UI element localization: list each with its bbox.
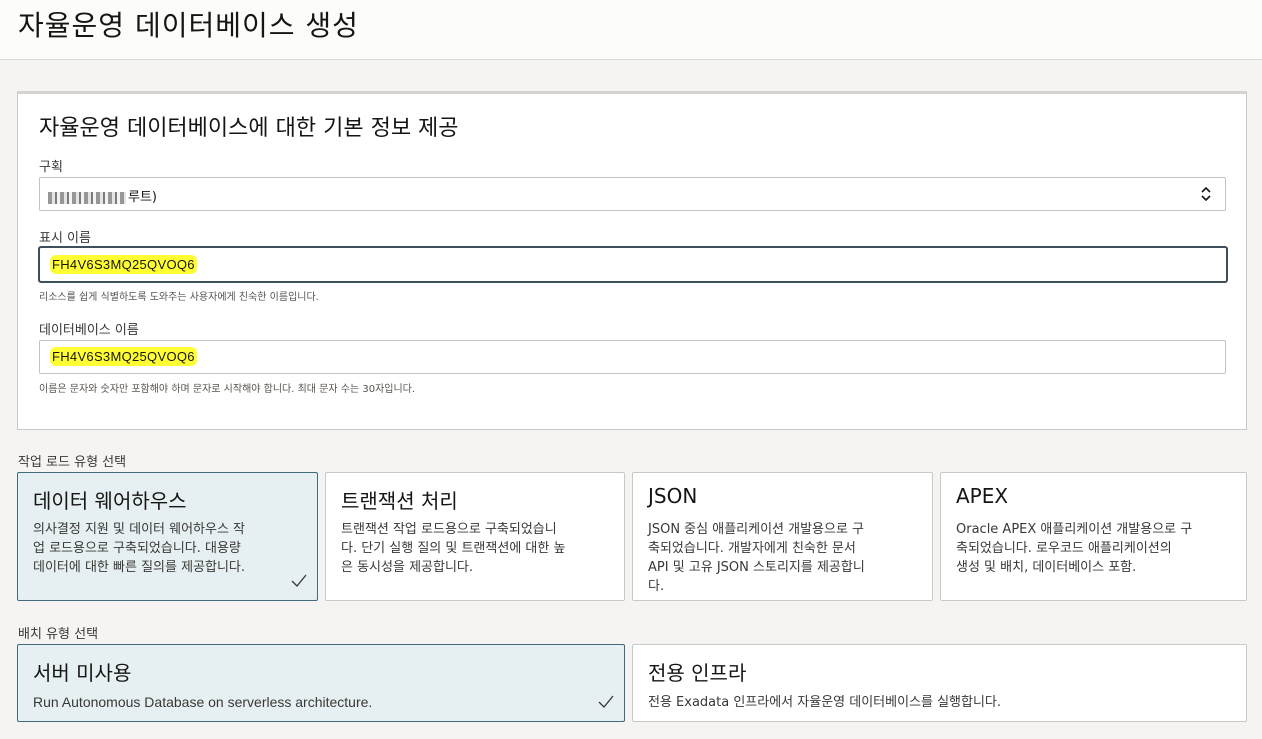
workload-card-transaction-processing[interactable]: 트랜잭션 처리 트랜잭션 작업 로드용으로 구축되었습니 다. 단기 실행 질의… xyxy=(325,472,625,601)
database-name-hint: 이름은 문자와 숫자만 포함해야 하며 문자로 시작해야 합니다. 최대 문자 … xyxy=(39,384,416,395)
compartment-label: 구획 xyxy=(39,160,63,175)
card-description: JSON 중심 애플리케이션 개발용으로 구 축되었습니다. 개발자에게 친숙한… xyxy=(648,522,865,594)
page-title: 자율운영 데이터베이스 생성 xyxy=(18,9,359,42)
compartment-select[interactable]: 루트) xyxy=(39,177,1226,211)
database-name-input[interactable]: FH4V6S3MQ25QVOQ6 xyxy=(39,340,1226,374)
chevron-updown-icon xyxy=(1201,186,1211,202)
card-description: Oracle APEX 애플리케이션 개발용으로 구 축되었습니다. 로우코드 … xyxy=(956,522,1193,575)
workload-card-apex[interactable]: APEX Oracle APEX 애플리케이션 개발용으로 구 축되었습니다. … xyxy=(940,472,1247,601)
database-name-label: 데이터베이스 이름 xyxy=(39,323,139,338)
card-title: 서버 미사용 xyxy=(33,661,132,685)
card-title: 데이터 웨어하우스 xyxy=(33,489,187,513)
card-title: 트랜잭션 처리 xyxy=(341,489,458,513)
deployment-section-label: 배치 유형 선택 xyxy=(18,627,99,642)
database-name-value: FH4V6S3MQ25QVOQ6 xyxy=(50,347,197,366)
deployment-card-dedicated[interactable]: 전용 인프라 전용 Exadata 인프라에서 자율운영 데이터베이스를 실행합… xyxy=(632,644,1247,722)
card-title: APEX xyxy=(956,484,1009,508)
panel-title: 자율운영 데이터베이스에 대한 기본 정보 제공 xyxy=(39,116,459,141)
card-title: JSON xyxy=(648,484,698,508)
workload-section-label: 작업 로드 유형 선택 xyxy=(18,455,127,470)
compartment-value: 루트) xyxy=(48,186,157,205)
display-name-input[interactable]: FH4V6S3MQ25QVOQ6 xyxy=(38,246,1228,283)
page-header: 자율운영 데이터베이스 생성 xyxy=(0,0,1262,60)
checkmark-icon xyxy=(291,574,307,587)
checkmark-icon xyxy=(598,695,614,708)
card-title: 전용 인프라 xyxy=(648,661,747,685)
card-description: 의사결정 지원 및 데이터 웨어하우스 작 업 로드용으로 구축되었습니다. 대… xyxy=(33,522,246,575)
card-description: 트랜잭션 작업 로드용으로 구축되었습니 다. 단기 실행 질의 및 트랜잭션에… xyxy=(341,522,566,575)
workload-card-json[interactable]: JSON JSON 중심 애플리케이션 개발용으로 구 축되었습니다. 개발자에… xyxy=(632,472,933,601)
display-name-label: 표시 이름 xyxy=(39,231,91,246)
display-name-hint: 리소스를 쉽게 식별하도록 도와주는 사용자에게 친숙한 이름입니다. xyxy=(39,292,319,303)
display-name-value: FH4V6S3MQ25QVOQ6 xyxy=(50,255,197,274)
deployment-card-serverless[interactable]: 서버 미사용 Run Autonomous Database on server… xyxy=(17,644,625,722)
workload-card-data-warehouse[interactable]: 데이터 웨어하우스 의사결정 지원 및 데이터 웨어하우스 작 업 로드용으로 … xyxy=(17,472,318,601)
card-description: Run Autonomous Database on serverless ar… xyxy=(33,694,373,710)
card-description: 전용 Exadata 인프라에서 자율운영 데이터베이스를 실행합니다. xyxy=(648,695,1002,710)
redacted-text xyxy=(48,191,126,204)
basic-info-panel: 자율운영 데이터베이스에 대한 기본 정보 제공 구획 루트) 표시 이름 FH… xyxy=(17,91,1247,430)
